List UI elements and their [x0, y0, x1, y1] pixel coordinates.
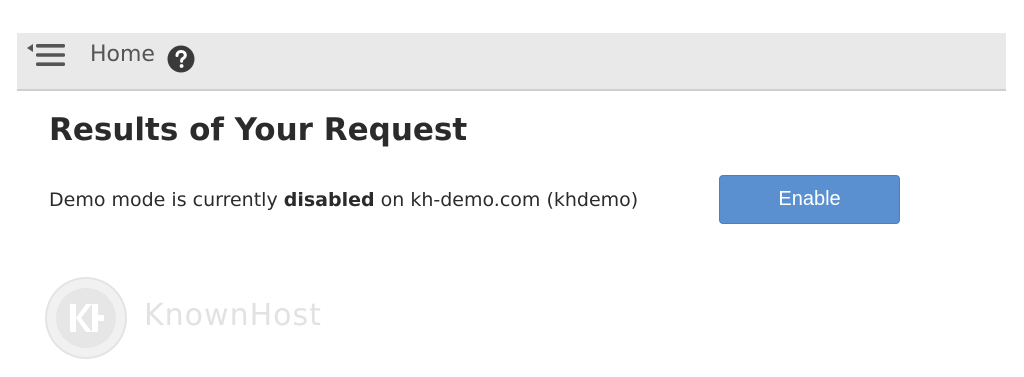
page-title: Results of Your Request — [49, 112, 468, 148]
status-state: disabled — [283, 189, 375, 211]
enable-button[interactable]: Enable — [719, 175, 900, 224]
watermark-text: KnownHost — [144, 298, 322, 333]
menu-collapse-icon[interactable] — [27, 42, 67, 68]
demo-mode-status: Demo mode is currently disabled on kh-de… — [49, 186, 638, 214]
status-suffix: on kh-demo.com (khdemo) — [374, 189, 639, 211]
breadcrumb-home-link[interactable]: Home — [90, 42, 155, 68]
help-icon[interactable] — [167, 45, 195, 73]
status-prefix: Demo mode is currently — [49, 189, 284, 211]
top-navigation-bar: Home — [17, 33, 1006, 91]
knownhost-logo-icon — [45, 277, 127, 359]
knownhost-watermark: KnownHost — [44, 276, 374, 360]
